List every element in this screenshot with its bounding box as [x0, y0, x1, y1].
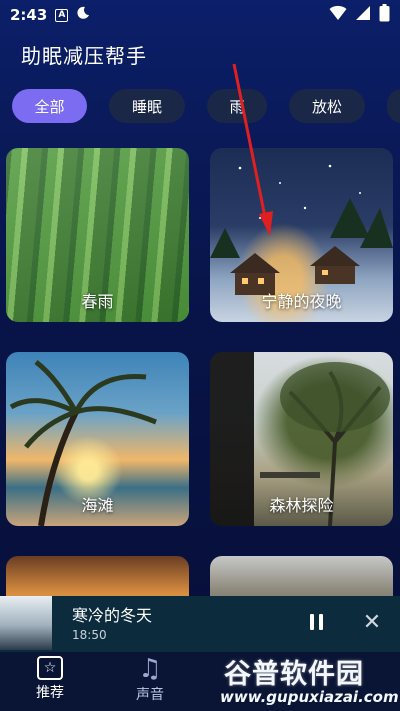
nav-sounds[interactable]: ♫ 声音	[120, 656, 180, 706]
site-watermark: 谷普软件园 www.gupuxiazai.com	[218, 648, 400, 711]
nav-label: 声音	[136, 687, 164, 703]
now-playing-bar[interactable]: 寒冷的冬天 18:50 ✕	[0, 596, 400, 652]
watermark-url: www.gupuxiazai.com	[220, 688, 399, 706]
nav-label: 推荐	[36, 685, 64, 701]
close-icon[interactable]: ✕	[360, 612, 384, 636]
music-note-icon: ♫	[138, 654, 162, 684]
now-playing-title: 寒冷的冬天	[72, 606, 153, 625]
now-playing-thumbnail	[0, 596, 52, 650]
star-box-icon: ☆	[37, 656, 63, 680]
nav-recommend[interactable]: ☆ 推荐	[20, 656, 80, 706]
pause-button[interactable]	[306, 614, 326, 634]
pause-bar-icon	[318, 614, 323, 630]
now-playing-time: 18:50	[72, 628, 107, 642]
pause-bar-icon	[309, 614, 314, 630]
watermark-title: 谷普软件园	[224, 659, 364, 690]
